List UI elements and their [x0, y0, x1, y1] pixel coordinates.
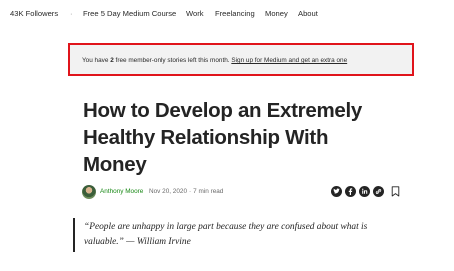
banner-suffix: free member-only stories left this month…: [113, 57, 232, 64]
twitter-icon[interactable]: [331, 186, 342, 197]
linkedin-icon[interactable]: [359, 186, 370, 197]
quote-line: “People are unhappy in large part becaus…: [84, 222, 368, 232]
read-time: 7 min read: [193, 188, 224, 195]
nav-item-free-course[interactable]: Free 5 Day Medium Course: [83, 9, 176, 19]
member-stories-banner: You have 2 free member-only stories left…: [68, 43, 414, 76]
author-name[interactable]: Anthony Moore: [100, 188, 143, 196]
top-navigation: 43K Followers · Free 5 Day Medium Course…: [0, 0, 454, 26]
post-meta: Nov 20, 2020 · 7 min read: [149, 188, 223, 196]
post-date: Nov 20, 2020: [149, 188, 188, 195]
nav-item-money[interactable]: Money: [265, 9, 288, 19]
banner-text: You have 2 free member-only stories left…: [82, 57, 347, 65]
facebook-icon[interactable]: [345, 186, 356, 197]
title-line: Healthy Relationship With: [83, 126, 329, 149]
article-title: How to Develop an Extremely Healthy Rela…: [83, 97, 403, 178]
nav-item-work[interactable]: Work: [186, 9, 204, 19]
title-line: Money: [83, 153, 147, 176]
bookmark-icon[interactable]: [391, 186, 400, 197]
followers-count[interactable]: 43K Followers: [10, 9, 58, 19]
nav-separator: ·: [70, 9, 73, 18]
quote-line: valuable.” — William Irvine: [84, 237, 191, 247]
nav-item-about[interactable]: About: [298, 9, 318, 19]
banner-prefix: You have: [82, 57, 111, 64]
title-line: How to Develop an Extremely: [83, 99, 362, 122]
nav-item-freelancing[interactable]: Freelancing: [215, 9, 255, 19]
opening-quote: “People are unhappy in large part becaus…: [84, 220, 414, 250]
author-avatar[interactable]: [82, 185, 96, 199]
sign-up-link[interactable]: Sign up for Medium and get an extra one: [231, 57, 347, 64]
byline: Anthony Moore Nov 20, 2020 · 7 min read: [82, 184, 412, 200]
link-icon[interactable]: [373, 186, 384, 197]
quote-bar: [73, 218, 75, 252]
